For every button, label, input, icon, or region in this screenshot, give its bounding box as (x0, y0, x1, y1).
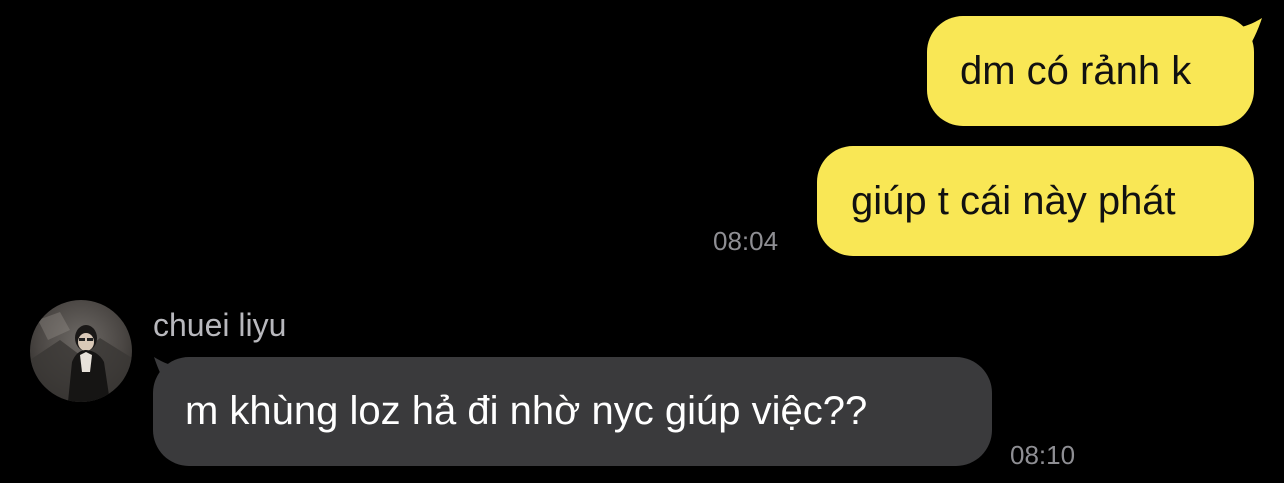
outgoing-message-bubble[interactable]: giúp t cái này phát (817, 146, 1254, 256)
message-text: m khùng loz hả đi nhờ nyc giúp việc?? (185, 389, 868, 433)
incoming-message-bubble[interactable]: m khùng loz hả đi nhờ nyc giúp việc?? (153, 357, 992, 466)
message-timestamp: 08:10 (1010, 440, 1076, 470)
profile-photo-avatar-icon (30, 300, 132, 402)
sender-name: chuei liyu (153, 307, 287, 343)
outgoing-message-bubble[interactable]: dm có rảnh k (927, 16, 1254, 126)
message-timestamp: 08:04 (713, 226, 779, 256)
sender-avatar[interactable] (30, 300, 132, 402)
message-text: giúp t cái này phát (851, 178, 1176, 223)
message-text: dm có rảnh k (960, 48, 1192, 93)
